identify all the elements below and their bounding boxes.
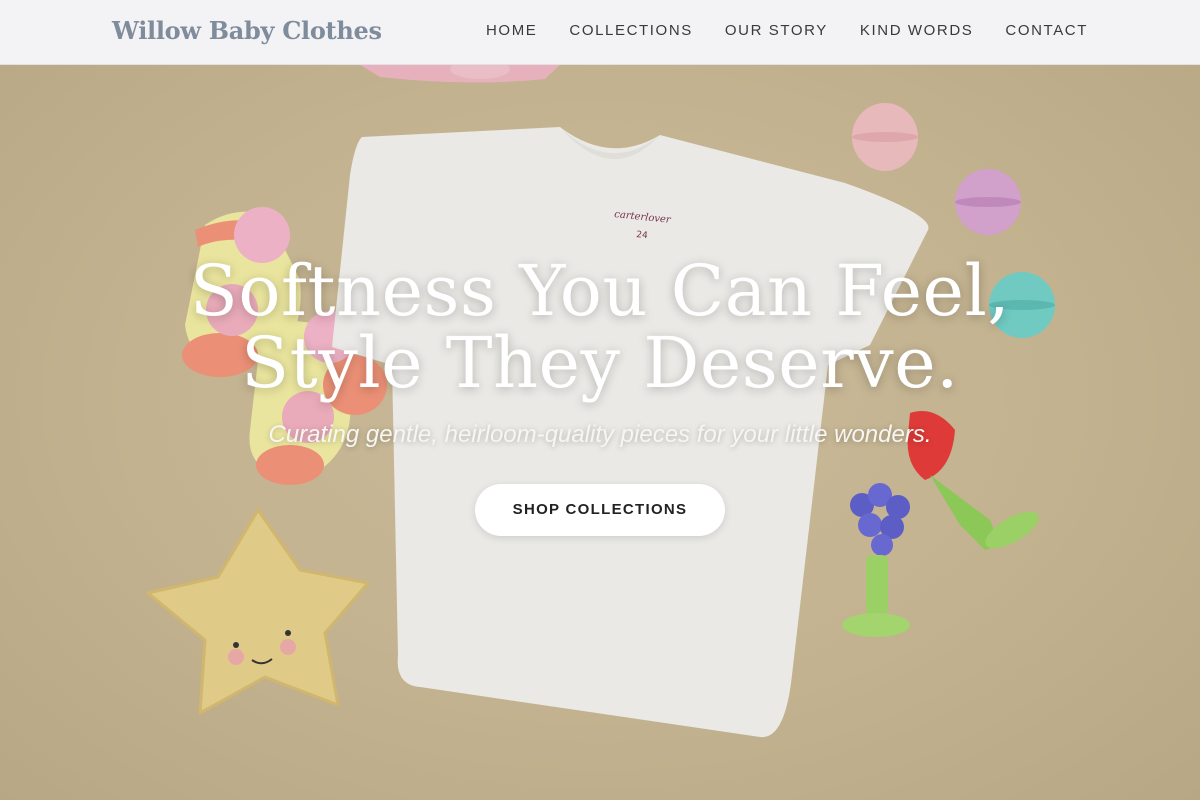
main-nav: HOME COLLECTIONS OUR STORY KIND WORDS CO… <box>486 22 1088 39</box>
site-header: Willow Baby Clothes HOME COLLECTIONS OUR… <box>0 0 1200 65</box>
hero-title-line-2: Style They Deserve. <box>241 322 959 404</box>
nav-item-home[interactable]: HOME <box>486 22 537 39</box>
nav-item-our-story[interactable]: OUR STORY <box>725 22 828 39</box>
shop-collections-button[interactable]: SHOP COLLECTIONS <box>475 484 725 536</box>
nav-item-collections[interactable]: COLLECTIONS <box>569 22 692 39</box>
nav-item-contact[interactable]: CONTACT <box>1005 22 1088 39</box>
hero-content: Softness You Can Feel, Style They Deserv… <box>0 255 1200 536</box>
nav-item-kind-words[interactable]: KIND WORDS <box>860 22 974 39</box>
brand-logo-link[interactable]: Willow Baby Clothes <box>112 16 382 45</box>
hero-subtitle: Curating gentle, heirloom-quality pieces… <box>268 421 932 448</box>
hero-section: carterlover 24 Softness You Can Feel, St… <box>0 65 1200 800</box>
hero-title: Softness You Can Feel, Style They Deserv… <box>0 255 1200 399</box>
hero-title-line-1: Softness You Can Feel, <box>189 250 1011 332</box>
